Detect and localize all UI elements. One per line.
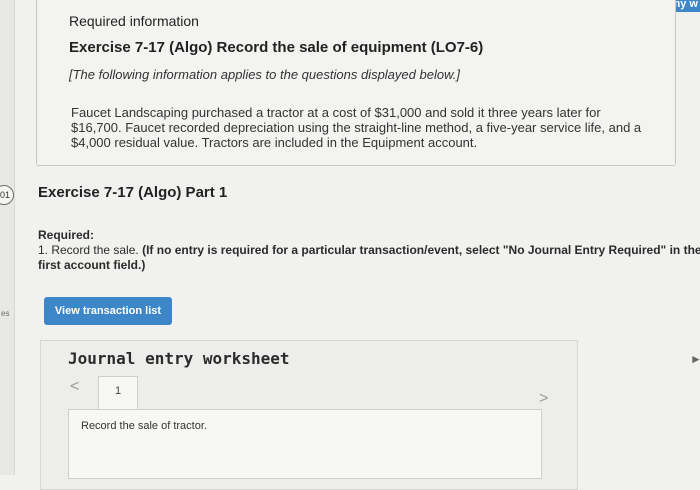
left-margin [0,0,15,475]
chevron-right-icon[interactable]: > [539,390,548,408]
info-panel: Required information Exercise 7-17 (Algo… [36,0,676,166]
exercise-note: [The following information applies to th… [69,67,460,82]
info-title: Required information [69,13,199,29]
required-text: 1. Record the sale. (If no entry is requ… [38,243,700,273]
entry-description: Record the sale of tractor. [81,420,207,432]
part-title: Exercise 7-17 (Algo) Part 1 [38,184,228,201]
worksheet-title: Journal entry worksheet [68,349,290,368]
required-label: Required: [38,228,95,242]
chevron-left-icon[interactable]: < [70,378,79,396]
required-item: 1. Record the sale. [38,243,139,257]
exercise-body: Faucet Landscaping purchased a tractor a… [71,105,642,150]
exercise-title: Exercise 7-17 (Algo) Record the sale of … [69,39,484,56]
arrow-right-icon[interactable]: ► [690,352,700,366]
page-tab[interactable]: 1 [98,376,138,410]
side-label: es [1,309,10,318]
view-transaction-list-button[interactable]: View transaction list [44,297,172,325]
